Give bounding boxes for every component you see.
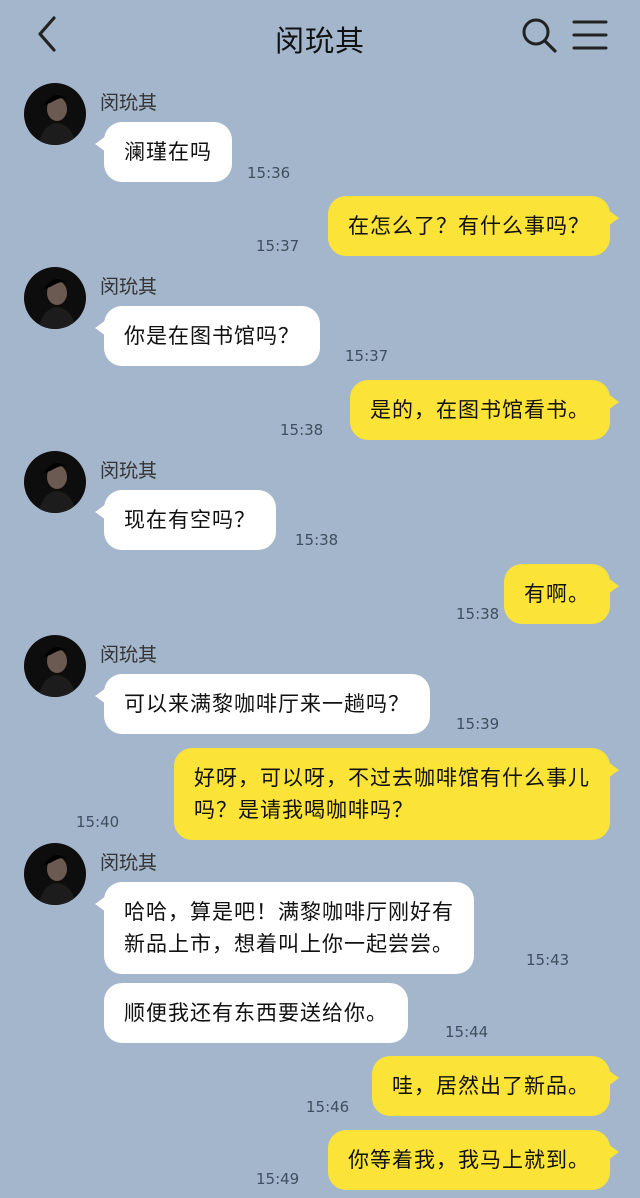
- message-bubble-incoming[interactable]: 澜瑾在吗: [95, 122, 232, 182]
- sender-name: 闵玧其: [100, 92, 158, 114]
- message-bubble-outgoing[interactable]: 在怎么了？有什么事吗？: [328, 196, 619, 256]
- sender-name: 闵玧其: [100, 644, 158, 666]
- sender-name: 闵玧其: [100, 852, 158, 874]
- message-timestamp: 15:40: [76, 813, 120, 831]
- message-timestamp: 15:38: [295, 531, 339, 549]
- message-bubble-outgoing[interactable]: 是的，在图书馆看书。: [350, 380, 619, 440]
- message-bubble-incoming[interactable]: 你是在图书馆吗？: [95, 306, 320, 366]
- message-text-line: 哈哈，算是吧！满黎咖啡厅刚好有: [124, 900, 454, 924]
- contact-avatar[interactable]: [24, 83, 86, 145]
- message-text: 是的，在图书馆看书。: [370, 398, 590, 422]
- message-bubble-incoming[interactable]: 现在有空吗？: [95, 490, 276, 550]
- message-timestamp: 15:38: [280, 421, 324, 439]
- message-timestamp: 15:44: [445, 1023, 489, 1041]
- search-icon: [522, 18, 557, 53]
- menu-icon: [572, 20, 608, 50]
- message-bubble-outgoing[interactable]: 你等着我，我马上就到。: [328, 1130, 619, 1190]
- message-timestamp: 15:37: [256, 237, 300, 255]
- message-bubble-incoming[interactable]: 可以来满黎咖啡厅来一趟吗？: [95, 674, 430, 734]
- message-timestamp: 15:38: [456, 605, 500, 623]
- message-timestamp: 15:43: [526, 951, 570, 969]
- message-bubble-outgoing[interactable]: 有啊。: [504, 564, 619, 624]
- message-timestamp: 15:36: [247, 164, 291, 182]
- message-text: 哇，居然出了新品。: [392, 1074, 590, 1098]
- message-text: 澜瑾在吗: [124, 140, 212, 164]
- message-text: 顺便我还有东西要送给你。: [124, 1001, 388, 1025]
- message-text: 有啊。: [524, 582, 590, 606]
- sender-name: 闵玧其: [100, 460, 158, 482]
- message-timestamp: 15:49: [256, 1170, 300, 1188]
- menu-button[interactable]: [572, 18, 608, 52]
- contact-avatar[interactable]: [24, 267, 86, 329]
- message-text-line: 好呀，可以呀，不过去咖啡馆有什么事儿: [194, 766, 590, 790]
- message-text: 在怎么了？有什么事吗？: [348, 214, 590, 238]
- message-bubble-incoming[interactable]: 顺便我还有东西要送给你。: [104, 983, 408, 1043]
- message-text: 你等着我，我马上就到。: [348, 1148, 590, 1172]
- search-button[interactable]: [520, 16, 558, 54]
- message-bubble-incoming[interactable]: 哈哈，算是吧！满黎咖啡厅刚好有 新品上市，想着叫上你一起尝尝。: [95, 882, 474, 974]
- contact-avatar[interactable]: [24, 843, 86, 905]
- message-timestamp: 15:46: [306, 1098, 350, 1116]
- message-text-line: 新品上市，想着叫上你一起尝尝。: [124, 932, 454, 956]
- chat-header: 闵玧其: [0, 0, 640, 74]
- sender-name: 闵玧其: [100, 276, 158, 298]
- contact-avatar[interactable]: [24, 451, 86, 513]
- message-bubble-outgoing[interactable]: 好呀，可以呀，不过去咖啡馆有什么事儿 吗？是请我喝咖啡吗？: [174, 748, 619, 840]
- message-text: 现在有空吗？: [124, 508, 256, 532]
- message-timestamp: 15:37: [345, 347, 389, 365]
- message-text: 你是在图书馆吗？: [124, 324, 300, 348]
- message-timestamp: 15:39: [456, 715, 500, 733]
- message-bubble-outgoing[interactable]: 哇，居然出了新品。: [372, 1056, 619, 1116]
- contact-avatar[interactable]: [24, 635, 86, 697]
- message-text-line: 吗？是请我喝咖啡吗？: [194, 798, 414, 822]
- message-text: 可以来满黎咖啡厅来一趟吗？: [124, 692, 410, 716]
